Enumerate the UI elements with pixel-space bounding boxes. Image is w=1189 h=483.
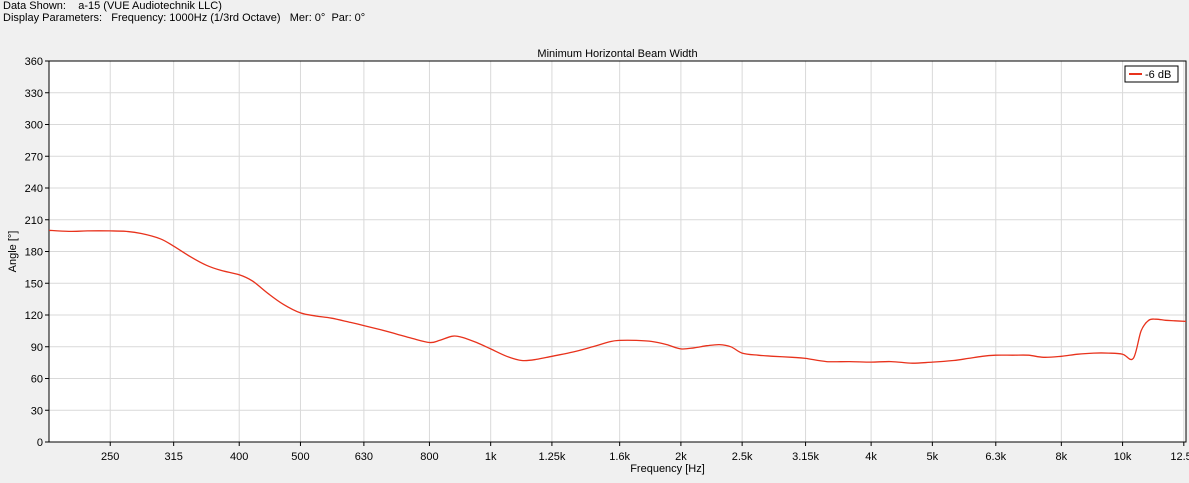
x-tick-label: 1.6k: [609, 451, 630, 463]
x-tick-label: 1.25k: [538, 451, 565, 463]
y-tick-label: 60: [31, 374, 43, 386]
y-tick-label: 120: [25, 310, 43, 322]
x-tick-label: 4k: [865, 451, 877, 463]
y-tick-label: 330: [25, 88, 43, 100]
y-tick-label: 360: [25, 56, 43, 68]
x-tick-label: 2.5k: [732, 451, 753, 463]
x-tick-label: 6.3k: [985, 451, 1006, 463]
legend: -6 dB: [1124, 65, 1179, 83]
x-axis-ticks: 250 315 400 500 630 800 1k 1.25k 1.6k 2k 2.5k 3.15k…: [101, 442, 1189, 463]
x-axis-title: Frequency [Hz]: [630, 463, 705, 475]
x-tick-label: 3.15k: [792, 451, 819, 463]
y-tick-label: 180: [25, 247, 43, 259]
y-tick-label: 150: [25, 278, 43, 290]
x-tick-label: 10k: [1114, 451, 1132, 463]
x-tick-label: 800: [420, 451, 438, 463]
x-tick-label: 400: [230, 451, 248, 463]
y-tick-label: 30: [31, 405, 43, 417]
y-tick-label: 240: [25, 183, 43, 195]
x-tick-label: 5k: [927, 451, 939, 463]
y-tick-label: 210: [25, 215, 43, 227]
x-tick-label: 12.5k: [1170, 451, 1189, 463]
y-tick-label: 300: [25, 120, 43, 132]
y-tick-label: 0: [37, 437, 43, 449]
y-tick-label: 90: [31, 342, 43, 354]
x-tick-label: 2k: [675, 451, 687, 463]
y-tick-label: 270: [25, 151, 43, 163]
x-tick-label: 315: [164, 451, 182, 463]
x-tick-label: 630: [355, 451, 373, 463]
y-axis-title: Angle [°]: [7, 231, 19, 273]
y-axis-ticks: 0 30 60 90 120 150 180 210 240 270 300 330 360: [25, 56, 49, 449]
x-tick-label: 250: [101, 451, 119, 463]
beam-width-chart: Minimum Horizontal Beam Width 0 30 60 90 120…: [7, 48, 1189, 475]
chart-title: Minimum Horizontal Beam Width: [537, 48, 697, 60]
x-tick-label: 1k: [485, 451, 497, 463]
x-tick-label: 8k: [1056, 451, 1068, 463]
legend-label: -6 dB: [1145, 69, 1171, 81]
x-tick-label: 500: [291, 451, 309, 463]
